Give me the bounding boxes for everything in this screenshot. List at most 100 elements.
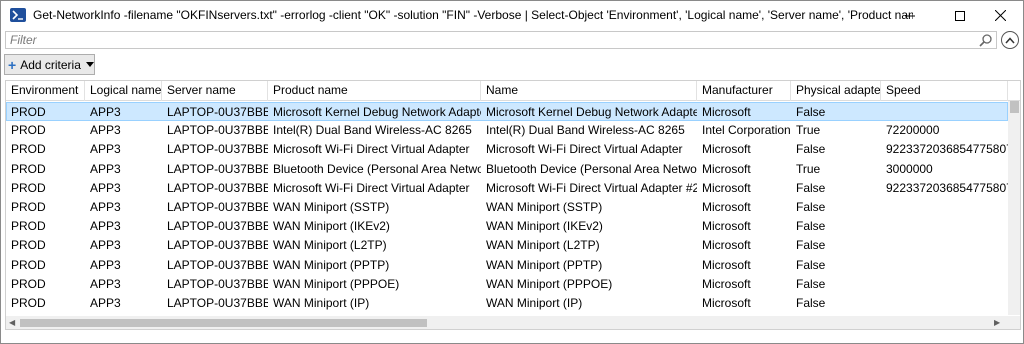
cell-speed <box>881 256 1008 275</box>
table-row[interactable]: PROD APP3 LAPTOP-0U37BBBD WAN Miniport (PPP… <box>6 275 1008 294</box>
vertical-scroll-thumb[interactable] <box>1010 101 1019 113</box>
collapse-button[interactable] <box>1001 31 1019 49</box>
cell-logical-name: APP3 <box>90 180 121 195</box>
cell-speed: 3000000 <box>886 161 933 176</box>
cell-name: WAN Miniport (PPTP) <box>486 257 603 272</box>
cell-logical-name: APP3 <box>90 296 121 310</box>
cell-product-name: Microsoft Wi-Fi Direct Virtual Adapter <box>273 142 470 157</box>
cell-server-name: LAPTOP-0U37BBBD <box>167 296 268 310</box>
add-criteria-label: Add criteria <box>20 57 81 72</box>
search-icon[interactable] <box>979 33 993 50</box>
cell-logical-name: APP3 <box>90 276 121 291</box>
table-row[interactable]: PROD APP3 LAPTOP-0U37BBBD WAN Miniport (PPT… <box>6 256 1008 275</box>
filter-input[interactable]: Filter <box>5 31 997 49</box>
cell-logical-name: APP3 <box>90 123 121 138</box>
column-header-name[interactable]: Name <box>481 81 697 101</box>
table-row[interactable]: PROD APP3 LAPTOP-0U37BBBD Intel(R) Dual Ban… <box>6 121 1008 140</box>
cell-server-name: LAPTOP-0U37BBBD <box>167 257 268 272</box>
cell-physical-adapter: False <box>796 200 826 214</box>
title-bar[interactable]: Get-NetworkInfo -filename "OKFINservers.… <box>1 1 1023 30</box>
cell-physical-adapter: False <box>796 180 826 195</box>
cell-product-name: Microsoft Wi-Fi Direct Virtual Adapter <box>273 180 470 195</box>
cell-logical-name: APP3 <box>90 238 121 253</box>
cell-physical-adapter: False <box>796 296 826 310</box>
column-header-manufacturer[interactable]: Manufacturer <box>697 81 791 101</box>
cell-physical-adapter: False <box>796 219 826 234</box>
table-row[interactable]: PROD APP3 LAPTOP-0U37BBBD Bluetooth Device … <box>6 160 1008 179</box>
cell-server-name: LAPTOP-0U37BBBD <box>167 276 268 291</box>
cell-server-name: LAPTOP-0U37BBBD <box>167 142 268 157</box>
cell-server-name: LAPTOP-0U37BBBD <box>167 200 268 214</box>
cell-manufacturer: Intel Corporation <box>702 123 791 138</box>
cell-physical-adapter: True <box>796 123 821 138</box>
cell-server-name: LAPTOP-0U37BBBD <box>167 123 268 138</box>
cell-server-name: LAPTOP-0U37BBBD <box>167 238 268 253</box>
cell-product-name: WAN Miniport (IKEv2) <box>273 219 390 234</box>
cell-server-name: LAPTOP-0U37BBBD <box>167 180 268 195</box>
table-row[interactable]: PROD APP3 LAPTOP-0U37BBBD Microsoft Wi-Fi D… <box>6 179 1008 198</box>
cell-logical-name: APP3 <box>90 142 121 157</box>
cell-speed <box>881 294 1008 313</box>
cell-product-name: Microsoft Kernel Debug Network Adapter <box>273 105 481 119</box>
cell-logical-name: APP3 <box>90 200 121 214</box>
cell-environment: PROD <box>11 105 46 119</box>
table-row[interactable]: PROD APP3 LAPTOP-0U37BBBD WAN Miniport (L2T… <box>6 236 1008 255</box>
cell-environment: PROD <box>11 219 46 234</box>
cell-manufacturer: Microsoft <box>702 238 751 253</box>
table-row[interactable]: PROD APP3 LAPTOP-0U37BBBD Microsoft Wi-Fi D… <box>6 140 1008 159</box>
chevron-up-icon <box>1005 36 1015 43</box>
horizontal-scrollbar[interactable]: ◀ ▶ <box>6 316 1020 329</box>
table-row[interactable]: PROD APP3 LAPTOP-0U37BBBD Microsoft Kernel … <box>6 102 1008 121</box>
cell-physical-adapter: False <box>796 105 826 119</box>
column-header-logical-name[interactable]: Logical name <box>85 81 162 101</box>
table-row[interactable]: PROD APP3 LAPTOP-0U37BBBD WAN Miniport (SST… <box>6 198 1008 217</box>
cell-environment: PROD <box>11 257 46 272</box>
cell-product-name: WAN Miniport (PPPOE) <box>273 276 400 291</box>
column-header-environment[interactable]: Environment <box>6 81 85 101</box>
cell-name: Intel(R) Dual Band Wireless-AC 8265 <box>486 123 685 138</box>
cell-speed <box>881 217 1008 236</box>
cell-speed: 9223372036854775807 <box>886 180 1008 195</box>
cell-environment: PROD <box>11 142 46 157</box>
cell-environment: PROD <box>11 238 46 253</box>
cell-product-name: Bluetooth Device (Personal Area Network) <box>273 161 481 176</box>
cell-name: WAN Miniport (IP) <box>486 296 583 310</box>
horizontal-scroll-thumb[interactable] <box>20 319 427 327</box>
cell-physical-adapter: False <box>796 276 826 291</box>
scroll-left-icon[interactable]: ◀ <box>9 318 15 327</box>
cell-logical-name: APP3 <box>90 161 121 176</box>
close-button[interactable] <box>977 1 1023 30</box>
cell-environment: PROD <box>11 296 46 310</box>
cell-manufacturer: Microsoft <box>702 161 751 176</box>
cell-speed: 9223372036854775807 <box>886 142 1008 157</box>
cell-product-name: WAN Miniport (SSTP) <box>273 200 390 214</box>
vertical-scrollbar[interactable] <box>1008 101 1020 315</box>
cell-manufacturer: Microsoft <box>702 105 751 119</box>
column-header-product-name[interactable]: Product name <box>268 81 481 101</box>
cell-environment: PROD <box>11 276 46 291</box>
cell-manufacturer: Microsoft <box>702 219 751 234</box>
cell-name: WAN Miniport (L2TP) <box>486 238 600 253</box>
column-header-server-name[interactable]: Server name <box>162 81 268 101</box>
cell-physical-adapter: True <box>796 161 821 176</box>
close-icon <box>994 10 1006 21</box>
cell-manufacturer: Microsoft <box>702 276 751 291</box>
plus-icon: + <box>8 56 17 73</box>
grid-header: Environment Logical name Server name Produc… <box>6 81 1020 101</box>
cell-manufacturer: Microsoft <box>702 142 751 157</box>
cell-product-name: Intel(R) Dual Band Wireless-AC 8265 <box>273 123 472 138</box>
cell-logical-name: APP3 <box>90 257 121 272</box>
cell-manufacturer: Microsoft <box>702 200 751 214</box>
add-criteria-button[interactable]: + Add criteria <box>4 54 95 75</box>
dropdown-arrow-icon <box>85 62 94 67</box>
minimize-button[interactable] <box>887 1 933 30</box>
table-row[interactable]: PROD APP3 LAPTOP-0U37BBBD WAN Miniport (IKE… <box>6 217 1008 236</box>
scroll-right-icon[interactable]: ▶ <box>994 318 1000 327</box>
cell-logical-name: APP3 <box>90 219 121 234</box>
column-header-speed[interactable]: Speed <box>881 81 1008 101</box>
cell-physical-adapter: False <box>796 257 826 272</box>
column-header-physical-adapter[interactable]: Physical adapter <box>791 81 881 101</box>
cell-environment: PROD <box>11 123 46 138</box>
minimize-icon <box>905 15 915 16</box>
table-row[interactable]: PROD APP3 LAPTOP-0U37BBBD WAN Miniport (IP)… <box>6 294 1008 313</box>
